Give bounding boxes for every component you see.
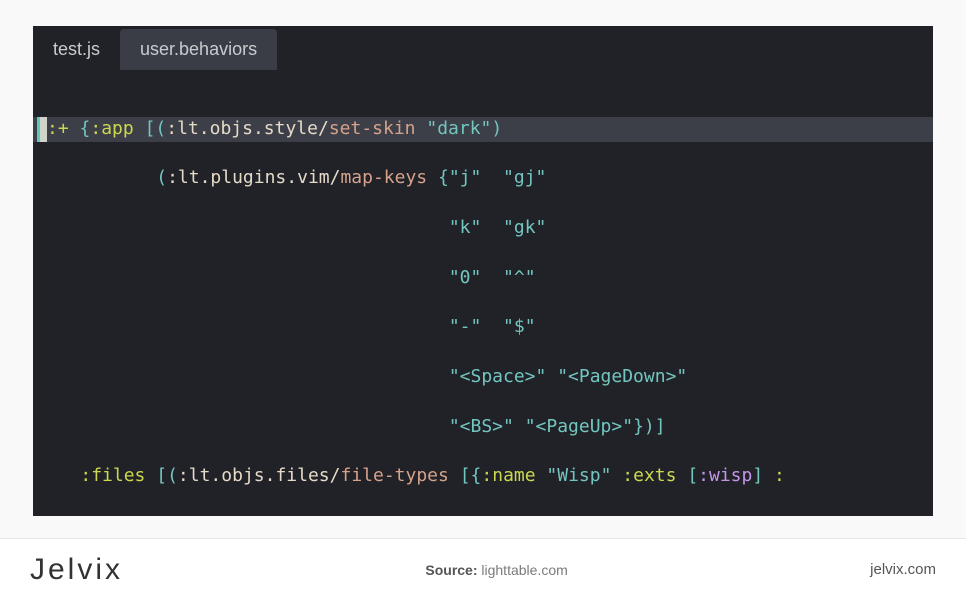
token-string: "<PageUp>" <box>525 416 633 437</box>
token-bracket: [ <box>460 465 471 486</box>
code-line-1: :+ {:app [(:lt.objs.style/set-skin "dark… <box>33 117 933 142</box>
token-bracket: ) <box>491 118 502 139</box>
cursor <box>37 117 47 142</box>
token-string: "-" <box>449 316 482 337</box>
token-keyword: :exts <box>622 465 676 486</box>
token-fn: activate-vim <box>351 515 481 516</box>
token-string: "j" <box>449 167 482 188</box>
token-fn: set-skin <box>329 118 416 139</box>
token-keyword: :name <box>481 465 535 486</box>
token-string: "<BS>" <box>449 416 514 437</box>
source-value: lighttable.com <box>478 562 568 578</box>
token-bracket: ( <box>156 167 167 188</box>
code-line-9: :editor [:lt.plugins.vim/activate-vim <box>33 514 933 516</box>
token-bracket: } <box>633 416 644 437</box>
token-bracket: ] <box>655 416 666 437</box>
token-string: "k" <box>449 217 482 238</box>
code-line-6: "<Space>" "<PageDown>" <box>33 365 933 390</box>
code-line-3: "k" "gk" <box>33 216 933 241</box>
token-string: "^" <box>503 267 536 288</box>
token-bracket: [ <box>156 465 167 486</box>
code-line-4: "0" "^" <box>33 266 933 291</box>
code-editor-window: test.js user.behaviors :+ {:app [(:lt.ob… <box>33 26 933 516</box>
token-bracket: ( <box>155 118 166 139</box>
token-string: "Wisp" <box>546 465 611 486</box>
token-string: "gk" <box>503 217 546 238</box>
token-keyword: :app <box>90 118 133 139</box>
code-line-8: :files [(:lt.objs.files/file-types [{:na… <box>33 464 933 489</box>
token-fn: file-types <box>340 465 448 486</box>
token-namespace: :lt.plugins.vim/ <box>178 515 351 516</box>
tab-test-js[interactable]: test.js <box>33 29 120 70</box>
footer-bar: Jelvix Source: lighttable.com jelvix.com <box>0 538 966 600</box>
tab-user-behaviors[interactable]: user.behaviors <box>120 29 277 70</box>
code-line-7: "<BS>" "<PageUp>"})] <box>33 415 933 440</box>
token-bracket: { <box>80 118 91 139</box>
token-namespace: :lt.objs.style/ <box>166 118 329 139</box>
site-url: jelvix.com <box>870 561 936 578</box>
token-bracket: { <box>438 167 449 188</box>
token-symbol: :wisp <box>698 465 752 486</box>
token-string: "0" <box>449 267 482 288</box>
token-string: "gj" <box>503 167 546 188</box>
token-bracket: [ <box>167 515 178 516</box>
token-bracket: [ <box>145 118 156 139</box>
token-namespace: :lt.objs.files/ <box>178 465 341 486</box>
token-keyword: :+ <box>47 118 69 139</box>
token-string: "dark" <box>426 118 491 139</box>
token-bracket: ( <box>167 465 178 486</box>
tab-bar: test.js user.behaviors <box>33 26 933 70</box>
token-bracket: ) <box>644 416 655 437</box>
source-attribution: Source: lighttable.com <box>425 562 567 578</box>
token-bracket: { <box>471 465 482 486</box>
token-bracket: [ <box>687 465 698 486</box>
token-keyword: :files <box>80 465 145 486</box>
source-label: Source: <box>425 562 477 578</box>
token-namespace: :lt.plugins.vim/ <box>167 167 340 188</box>
brand-logo: Jelvix <box>30 553 123 587</box>
code-content[interactable]: :+ {:app [(:lt.objs.style/set-skin "dark… <box>33 92 933 516</box>
code-line-5: "-" "$" <box>33 315 933 340</box>
token-keyword: :editor <box>80 515 156 516</box>
code-line-2: (:lt.plugins.vim/map-keys {"j" "gj" <box>33 166 933 191</box>
token-bracket: ] <box>752 465 763 486</box>
token-string: "<PageDown>" <box>557 366 687 387</box>
token-fn: map-keys <box>340 167 427 188</box>
token-string: "<Space>" <box>449 366 547 387</box>
token-keyword: : <box>774 465 785 486</box>
token-string: "$" <box>503 316 536 337</box>
